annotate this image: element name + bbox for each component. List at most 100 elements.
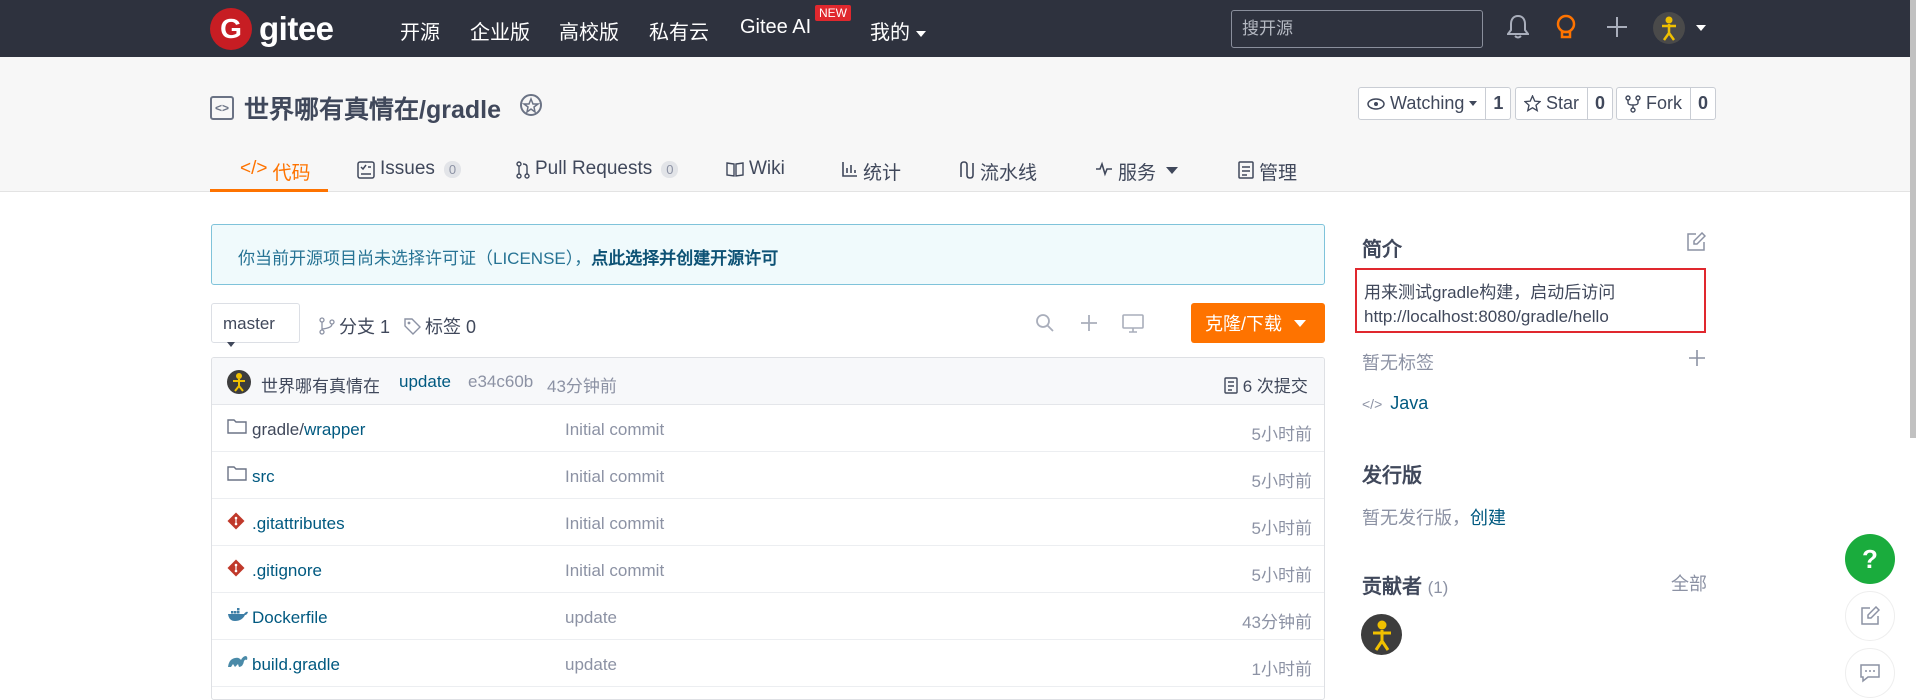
file-name[interactable]: .gitattributes (252, 514, 345, 534)
star-count[interactable]: 0 (1587, 88, 1612, 119)
file-name[interactable]: src (252, 467, 275, 487)
watching-count[interactable]: 1 (1485, 88, 1510, 119)
branch-select[interactable]: master (211, 303, 300, 348)
nav-open-source[interactable]: 开源 (400, 16, 440, 45)
branches-link[interactable]: 分支 1 (319, 313, 390, 339)
search-icon[interactable] (1035, 313, 1055, 338)
git-file-icon (227, 559, 245, 582)
file-row[interactable]: .gitignore Initial commit 5小时前 (212, 546, 1324, 593)
nav-mine[interactable]: 我的 (870, 16, 926, 45)
nav-private-cloud[interactable]: 私有云 (649, 16, 709, 45)
tab-pull-requests[interactable]: Pull Requests 0 (516, 149, 679, 192)
commit-time: 43分钟前 (547, 377, 617, 396)
add-file-icon[interactable] (1079, 313, 1099, 338)
commits-icon (1224, 377, 1238, 394)
commits-count-link[interactable]: 6 次提交 (1224, 372, 1308, 397)
language-label: Java (1390, 393, 1429, 413)
clone-label: 克隆/下载 (1205, 314, 1283, 334)
file-commit-message[interactable]: Initial commit (565, 467, 664, 487)
repo-code-icon: <> (210, 96, 234, 120)
commit-author[interactable]: 世界哪有真情在 (261, 372, 380, 397)
tab-code[interactable]: </> 代码 (210, 149, 328, 192)
file-commit-message[interactable]: Initial commit (565, 420, 664, 440)
bell-icon[interactable] (1506, 14, 1530, 45)
project-description: 用来测试gradle构建，启动后访问http://localhost:8080/… (1355, 268, 1706, 333)
watching-button[interactable]: Watching 1 (1358, 87, 1512, 120)
chevron-down-icon (1469, 101, 1478, 106)
search-input[interactable] (1231, 10, 1483, 48)
language-link[interactable]: </> Java (1362, 393, 1428, 414)
file-name[interactable]: build.gradle (252, 655, 340, 675)
create-release-link[interactable]: 创建 (1470, 508, 1506, 528)
file-name[interactable]: gradle/wrapper (252, 420, 365, 440)
tags-link[interactable]: 标签 0 (404, 313, 476, 339)
recommend-badge-icon[interactable] (519, 93, 543, 124)
code-icon: </> (1362, 396, 1383, 412)
fork-label: Fork (1646, 93, 1682, 113)
tab-pipeline[interactable]: 流水线 (959, 149, 1037, 192)
tab-services[interactable]: 服务 (1095, 149, 1179, 192)
avatar-chevron-icon[interactable] (1696, 25, 1706, 31)
commits-total: 6 次提交 (1242, 377, 1308, 396)
scrollbar[interactable] (1910, 0, 1916, 438)
file-commit-message[interactable]: update (565, 608, 617, 628)
all-contributors-link[interactable]: 全部 (1671, 570, 1707, 596)
file-row[interactable]: .gitattributes Initial commit 5小时前 (212, 499, 1324, 546)
nav-gitee-ai[interactable]: Gitee AI (740, 16, 811, 39)
file-row[interactable]: build.gradle update 1小时前 (212, 640, 1324, 687)
plus-icon[interactable] (1605, 14, 1629, 45)
tag-icon (404, 317, 421, 335)
tags-label: 标签 0 (425, 317, 477, 337)
new-badge: NEW (815, 5, 851, 21)
gradle-icon (227, 653, 249, 674)
project-title[interactable]: 世界哪有真情在/gradle (244, 90, 501, 126)
commit-message[interactable]: update (399, 372, 451, 392)
tab-manage[interactable]: 管理 (1238, 149, 1297, 192)
clone-download-button[interactable]: 克隆/下载 (1191, 303, 1325, 343)
fork-count[interactable]: 0 (1690, 88, 1715, 119)
file-name[interactable]: Dockerfile (252, 608, 328, 628)
lightbulb-icon[interactable] (1555, 14, 1577, 45)
pulse-icon (1096, 161, 1112, 177)
nav-enterprise[interactable]: 企业版 (470, 16, 530, 45)
edit-icon[interactable] (1686, 231, 1707, 257)
file-commit-message[interactable]: Initial commit (565, 514, 664, 534)
issues-icon (357, 161, 375, 179)
pull-request-icon (516, 161, 530, 179)
contributor-avatar[interactable] (1361, 614, 1402, 655)
commit-hash[interactable]: e34c60b (468, 372, 533, 392)
logo-text: gitee (259, 10, 334, 47)
file-time: 43分钟前 (1242, 613, 1312, 632)
create-license-link[interactable]: 点此选择并创建开源许可 (591, 249, 778, 268)
help-button[interactable]: ? (1845, 534, 1895, 584)
chat-button[interactable] (1845, 648, 1895, 698)
branch-toolbar: master 分支 1 标签 0 克隆/下载 (211, 303, 1325, 348)
contributors-count: (1) (1427, 578, 1449, 597)
feedback-edit-button[interactable] (1845, 591, 1895, 641)
tab-label: 服务 (1118, 163, 1157, 184)
tab-issues[interactable]: Issues 0 (357, 149, 462, 192)
tab-label: Wiki (749, 158, 785, 179)
tab-label: Issues (380, 158, 435, 179)
file-time: 5小时前 (1251, 425, 1312, 444)
star-button[interactable]: Star 0 (1515, 87, 1614, 120)
avatar[interactable] (1653, 12, 1685, 44)
file-commit-message[interactable]: Initial commit (565, 561, 664, 581)
add-tag-icon[interactable] (1688, 349, 1706, 372)
tab-label: 代码 (272, 163, 311, 184)
file-commit-message[interactable]: update (565, 655, 617, 675)
nav-education[interactable]: 高校版 (559, 16, 619, 45)
file-time: 1小时前 (1251, 660, 1312, 679)
file-row[interactable]: gradle/wrapper Initial commit 5小时前 (212, 405, 1324, 452)
author-avatar[interactable] (227, 370, 251, 394)
file-time: 5小时前 (1251, 472, 1312, 491)
file-row[interactable]: Dockerfile update 43分钟前 (212, 593, 1324, 640)
tab-stats[interactable]: 统计 (842, 149, 901, 192)
file-row[interactable]: src Initial commit 5小时前 (212, 452, 1324, 499)
gitee-logo[interactable]: G gitee (210, 8, 334, 50)
web-ide-icon[interactable] (1122, 313, 1144, 338)
tab-wiki[interactable]: Wiki (726, 149, 785, 192)
file-name[interactable]: .gitignore (252, 561, 322, 581)
top-navbar: G gitee 开源 企业版 高校版 私有云 Gitee AI NEW 我的 (0, 0, 1916, 57)
fork-button[interactable]: Fork 0 (1616, 87, 1717, 120)
